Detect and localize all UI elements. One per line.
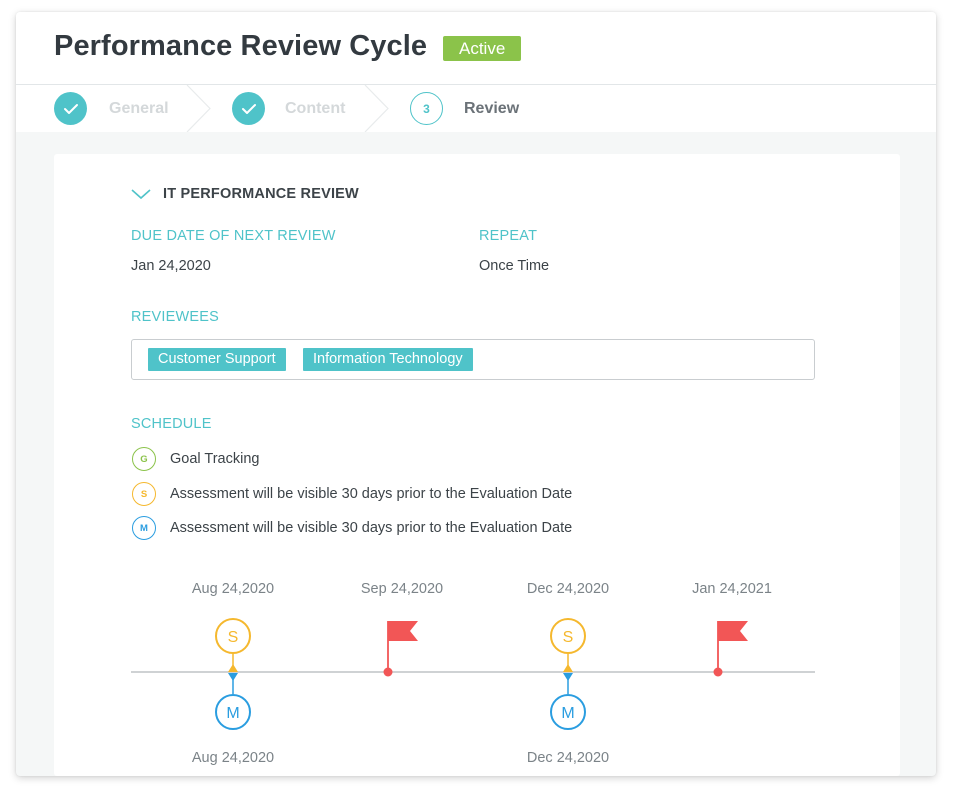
step-label: General [109,100,169,117]
chevron-down-icon[interactable] [131,188,151,200]
due-date-value: Jan 24,2020 [131,258,211,274]
check-icon [54,92,87,125]
step-label: Content [285,100,346,117]
reviewee-tag[interactable]: Information Technology [303,348,473,371]
section-title: IT PERFORMANCE REVIEW [163,186,359,202]
step-number: 3 [410,92,443,125]
timeline-graphic: S M S M [131,618,815,730]
manager-assessment-marker[interactable]: M [215,673,251,730]
repeat-label: REPEAT [479,228,538,244]
step-separator [186,85,211,132]
legend-manager: M Assessment will be visible 30 days pri… [132,516,572,540]
section-header[interactable]: IT PERFORMANCE REVIEW [131,186,359,202]
stepper: General Content 3 Review [16,85,936,132]
reviewees-input[interactable]: Customer Support Information Technology [131,339,815,380]
manager-assessment-marker-icon: M [132,516,156,540]
self-assessment-marker[interactable]: S [550,618,586,672]
schedule-label: SCHEDULE [131,416,212,432]
flag-icon[interactable] [713,621,749,677]
due-date-label: DUE DATE OF NEXT REVIEW [131,228,336,244]
repeat-value: Once Time [479,258,550,274]
page-title: Performance Review Cycle [54,30,428,62]
flag-icon[interactable] [383,621,419,677]
legend-text: Assessment will be visible 30 days prior… [170,520,573,536]
step-label: Review [464,100,520,117]
schedule-timeline: Aug 24,2020 Sep 24,2020 Dec 24,2020 Jan … [54,564,900,776]
reviewee-tag[interactable]: Customer Support [148,348,286,371]
self-assessment-marker[interactable]: S [215,618,251,672]
svg-text:M: M [226,705,239,722]
svg-text:M: M [561,705,574,722]
review-card: IT PERFORMANCE REVIEW DUE DATE OF NEXT R… [54,154,900,776]
self-assessment-marker-icon: S [132,482,156,506]
status-badge: Active [443,36,522,61]
svg-text:S: S [228,629,239,646]
manager-assessment-marker[interactable]: M [550,673,586,730]
page-header: Performance Review Cycle Active [16,12,936,85]
legend-text: Goal Tracking [170,451,260,467]
step-separator [364,85,389,132]
legend-goal: G Goal Tracking [132,447,259,471]
reviewees-label: REVIEWEES [131,309,220,325]
legend-self: S Assessment will be visible 30 days pri… [132,482,572,506]
review-cycle-window: Performance Review Cycle Active General … [16,12,936,776]
goal-marker-icon: G [132,447,156,471]
check-icon [232,92,265,125]
legend-text: Assessment will be visible 30 days prior… [170,486,573,502]
svg-text:S: S [563,629,574,646]
